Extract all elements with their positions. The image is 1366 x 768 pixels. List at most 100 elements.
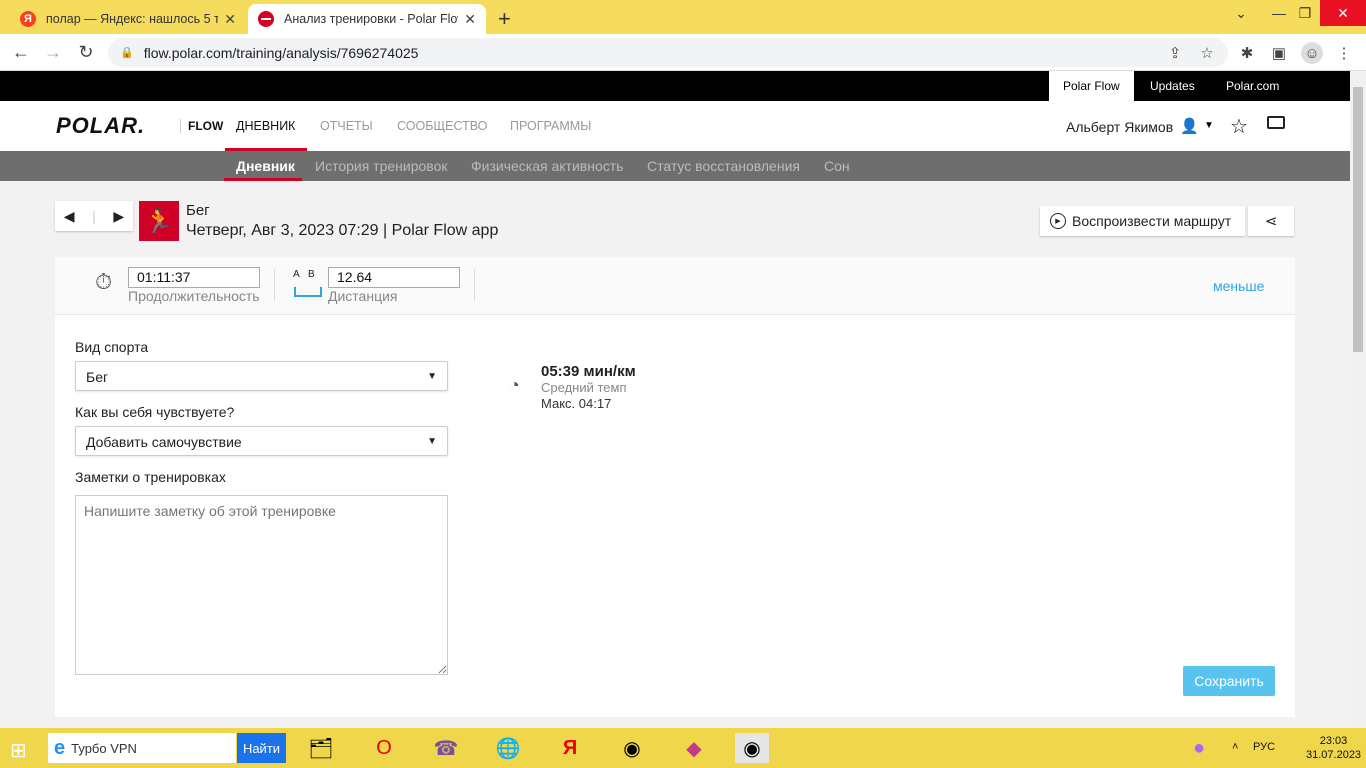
browser-tab-strip: Я полар — Яндекс: нашлось 5 тыс ✕ Анализ… [0,0,1366,34]
replay-route-label: Воспроизвести маршрут [1072,213,1232,229]
tab-title: Анализ тренировки - Polar Flow [284,12,459,26]
subnav-activity[interactable]: Физическая активность [471,158,623,174]
page-scrollbar[interactable] [1350,71,1366,728]
polar-top-bar: Polar Flow Updates Polar.com [0,71,1350,101]
favorites-star-icon[interactable]: ☆ [1230,114,1248,139]
prev-arrow-icon[interactable]: ◀ [64,208,75,225]
running-icon: 🏃 [139,201,179,241]
main-navigation: POLAR. FLOW ДНЕВНИК ОТЧЕТЫ СООБЩЕСТВО ПР… [0,101,1350,151]
feeling-label: Как вы себя чувствуете? [75,404,235,420]
distance-label: Дистанция [328,288,398,304]
bookmark-star-icon[interactable]: ☆ [1196,42,1218,64]
browser-tab-polar[interactable]: Анализ тренировки - Polar Flow ✕ [248,4,486,34]
link-updates[interactable]: Updates [1136,71,1209,101]
sub-navigation: Дневник История тренировок Физическая ак… [0,151,1350,181]
replay-route-button[interactable]: ▶ Воспроизвести маршрут [1040,206,1245,236]
share-icon[interactable]: ⇪ [1164,42,1186,64]
chevron-down-icon: ▼ [427,371,437,382]
close-window-button[interactable]: ✕ [1320,0,1366,26]
close-icon[interactable]: ✕ [464,11,476,28]
distance-input[interactable]: 12.64 [328,267,460,288]
nav-community[interactable]: СООБЩЕСТВО [397,119,487,133]
browser-tab-yandex[interactable]: Я полар — Яндекс: нашлось 5 тыс ✕ [10,4,246,34]
forward-arrow-icon[interactable]: → [42,41,64,63]
sidepanel-icon[interactable]: ▣ [1268,42,1290,64]
link-polar-flow[interactable]: Polar Flow [1049,71,1134,101]
viber-icon[interactable]: ☎ [429,733,463,763]
chrome-active-icon[interactable]: ◉ [735,733,769,763]
file-explorer-icon[interactable]: 🗂 [304,733,338,763]
extensions-icon[interactable]: ✱ [1236,42,1258,64]
feeling-select[interactable]: Добавить самочувствие ▼ [75,426,448,456]
ruler-icon [294,287,322,297]
training-summary: ⏱ 01:11:37 Продолжительность A B 12.64 Д… [55,257,1295,315]
user-icon[interactable]: 👤 [1180,117,1199,135]
flow-label: FLOW [180,119,223,133]
training-date: Четверг, Авг 3, 2023 07:29 | Polar Flow … [186,222,499,239]
new-tab-button[interactable]: + [498,6,511,32]
windows-taskbar: ⊞ e Турбо VPN Найти 🗂 O ☎ 🌐 Я ◉ ◆ ◉ ● ˄ … [0,728,1366,768]
tab-title: полар — Яндекс: нашлось 5 тыс [46,12,219,26]
polar-logo[interactable]: POLAR. [56,113,145,139]
subnav-sleep[interactable]: Сон [824,158,850,174]
yandex-icon: Я [20,11,36,27]
notes-label: Заметки о тренировках [75,469,226,485]
ie-icon: e [54,736,66,759]
language-indicator[interactable]: РУС [1253,741,1275,753]
subnav-history[interactable]: История тренировок [315,158,447,174]
opera-icon[interactable]: O [367,733,401,763]
windows-start-icon[interactable]: ⊞ [10,738,27,763]
divider: | [92,208,96,224]
chevron-down-icon: ▼ [427,436,437,447]
reload-icon[interactable]: ↻ [75,41,97,63]
scrollbar-thumb[interactable] [1353,87,1363,352]
globe-icon[interactable]: 🌐 [491,733,525,763]
divider [274,269,275,301]
url-text: flow.polar.com/training/analysis/7696274… [143,44,419,61]
yandex-browser-icon[interactable]: Я [553,733,587,763]
sport-type-select[interactable]: Бег ▼ [75,361,448,391]
sport-title: Бег [186,202,210,219]
menu-dots-icon[interactable]: ⋮ [1333,42,1355,64]
chevron-down-icon[interactable]: ▼ [1204,120,1214,131]
polar-icon [258,11,274,27]
taskbar-search[interactable]: e Турбо VPN [48,733,236,763]
duration-input[interactable]: 01:11:37 [128,267,260,288]
subnav-active-indicator [224,178,302,181]
less-link[interactable]: меньше [1213,278,1264,294]
chrome-icon[interactable]: ◉ [615,733,649,763]
lock-icon: 🔒 [120,47,134,59]
avg-pace-label: Средний темп [541,380,627,395]
next-arrow-icon[interactable]: ▶ [113,208,124,225]
sport-type-label: Вид спорта [75,339,149,355]
notes-textarea[interactable] [75,495,448,675]
address-bar[interactable]: 🔒 flow.polar.com/training/analysis/76962… [108,38,1228,67]
profile-avatar-icon[interactable]: ☺ [1301,42,1323,64]
web-page: Polar Flow Updates Polar.com POLAR. FLOW… [0,71,1350,728]
link-polar-com[interactable]: Polar.com [1212,71,1293,101]
avg-pace-value: 05:39 мин/км [541,363,636,380]
max-pace-value: Макс. 04:17 [541,396,612,411]
back-arrow-icon[interactable]: ← [10,41,32,63]
nav-diary[interactable]: ДНЕВНИК [236,119,295,133]
speedometer-icon: ◔ [509,375,520,395]
duration-label: Продолжительность [128,288,260,304]
alice-icon[interactable]: ● [1182,733,1216,763]
browser-toolbar: ← → ↻ 🔒 flow.polar.com/training/analysis… [0,34,1366,71]
messages-icon[interactable] [1267,116,1285,129]
nav-programs[interactable]: ПРОГРАММЫ [510,119,591,133]
share-button[interactable]: ⋖ [1248,206,1294,236]
app-icon[interactable]: ◆ [677,733,711,763]
tray-chevron-icon[interactable]: ˄ [1232,741,1238,753]
save-button[interactable]: Сохранить [1183,666,1275,696]
user-name[interactable]: Альберт Якимов [1066,119,1173,135]
close-icon[interactable]: ✕ [224,11,236,28]
subnav-recovery[interactable]: Статус восстановления [647,158,800,174]
subnav-diary[interactable]: Дневник [236,158,295,174]
nav-reports[interactable]: ОТЧЕТЫ [320,119,373,133]
stopwatch-icon: ⏱ [95,269,113,294]
taskbar-search-button[interactable]: Найти [237,733,286,763]
distance-icon: A B [293,269,315,280]
system-clock[interactable]: 23:03 31.07.2023 [1306,734,1361,762]
play-icon: ▶ [1050,213,1066,229]
